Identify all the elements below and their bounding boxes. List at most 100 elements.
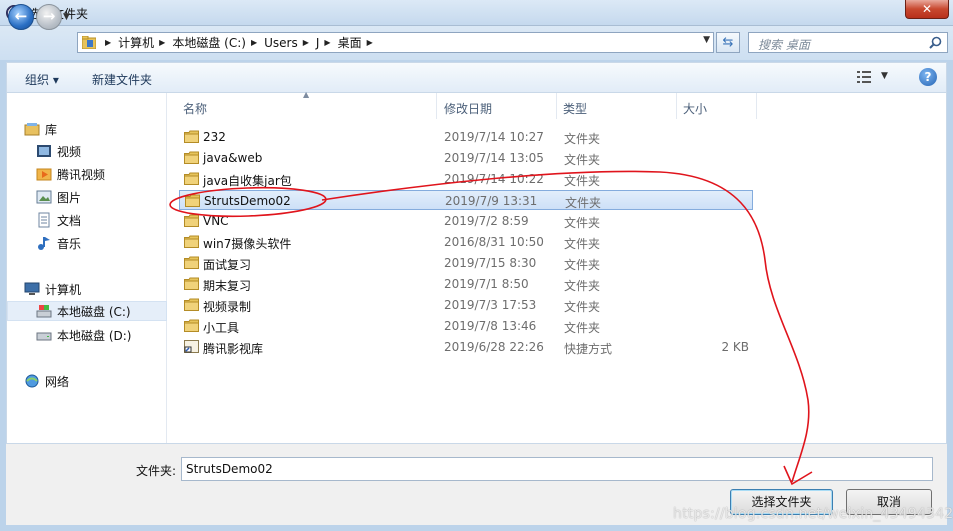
breadcrumb-separator-icon[interactable]: ▶ xyxy=(367,38,373,47)
sidebar-item-documents[interactable]: 文档 xyxy=(36,210,81,230)
breadcrumb-separator-icon[interactable]: ▶ xyxy=(324,38,330,47)
navigation-pane: 库 视频 腾讯视频 图片 文档 音乐 计算机 本地磁盘 (C:) 本地磁盘 (D… xyxy=(6,93,167,443)
recent-pages-chevron-down-icon[interactable]: ▼ xyxy=(63,12,70,22)
breadcrumb-item[interactable]: 桌面 xyxy=(338,34,362,51)
command-toolbar: 组织 ▾ 新建文件夹 ▼ ? xyxy=(6,62,947,93)
file-date: 2019/7/8 13:46 xyxy=(444,319,537,333)
file-row[interactable]: 232 2019/7/14 10:27 文件夹 xyxy=(179,127,753,147)
file-row[interactable]: VNC 2019/7/2 8:59 文件夹 xyxy=(179,211,753,231)
file-row[interactable]: java&web 2019/7/14 13:05 文件夹 xyxy=(179,148,753,168)
file-row[interactable]: StrutsDemo02 2019/7/9 13:31 文件夹 xyxy=(179,190,753,210)
folder-icon xyxy=(82,36,96,49)
file-row[interactable]: 视频录制 2019/7/3 17:53 文件夹 xyxy=(179,295,753,315)
video-icon xyxy=(37,145,51,157)
folder-name-input[interactable] xyxy=(181,457,933,481)
drive-d-icon xyxy=(36,332,52,341)
file-row[interactable]: 期末复习 2019/7/1 8:50 文件夹 xyxy=(179,274,753,294)
breadcrumb-item[interactable]: Users xyxy=(264,36,298,50)
file-name: java自收集jar包 xyxy=(203,174,292,188)
back-button[interactable]: ← xyxy=(8,4,34,30)
watermark: https://blog.csdn.net/weixin_43494342 xyxy=(673,506,953,522)
file-type: 文件夹 xyxy=(564,237,601,251)
file-name: 面试复习 xyxy=(203,258,252,272)
breadcrumb-separator-icon[interactable]: ▶ xyxy=(159,38,165,47)
file-row[interactable]: java自收集jar包 2019/7/14 10:22 文件夹 xyxy=(179,169,753,189)
file-date: 2019/7/14 10:22 xyxy=(444,172,544,186)
file-name: 232 xyxy=(203,130,226,144)
view-chevron-down-icon[interactable]: ▼ xyxy=(881,71,888,81)
file-name: 小工具 xyxy=(203,321,240,335)
file-name: java&web xyxy=(203,151,263,165)
file-name: win7摄像头软件 xyxy=(203,237,292,251)
file-type: 文件夹 xyxy=(565,196,602,210)
file-date: 2019/6/28 22:26 xyxy=(444,340,544,354)
address-bar[interactable]: ▶ 计算机 ▶ 本地磁盘 (C:) ▶ Users ▶ J ▶ 桌面 ▶ ▼ xyxy=(77,32,714,53)
folder-icon xyxy=(184,277,199,290)
breadcrumb-separator-icon[interactable]: ▶ xyxy=(105,38,111,47)
file-date: 2019/7/14 10:27 xyxy=(444,130,544,144)
file-type: 文件夹 xyxy=(564,153,601,167)
address-chevron-down-icon[interactable]: ▼ xyxy=(703,35,710,45)
close-button[interactable]: ✕ xyxy=(905,0,949,19)
file-date: 2019/7/9 13:31 xyxy=(445,194,538,208)
breadcrumb-separator-icon[interactable]: ▶ xyxy=(303,38,309,47)
column-header-type[interactable]: 类型 xyxy=(557,93,677,119)
network-icon xyxy=(25,374,39,388)
library-icon xyxy=(24,123,40,136)
new-folder-button[interactable]: 新建文件夹 xyxy=(92,71,152,88)
computer-icon xyxy=(24,282,40,295)
folder-icon xyxy=(184,172,199,185)
file-date: 2019/7/3 17:53 xyxy=(444,298,537,312)
search-icon[interactable] xyxy=(929,36,942,49)
folder-icon xyxy=(184,214,199,227)
sidebar-item-drive-c[interactable]: 本地磁盘 (C:) xyxy=(7,301,167,321)
file-size: 2 KB xyxy=(721,340,749,354)
file-row[interactable]: 小工具 2019/7/8 13:46 文件夹 xyxy=(179,316,753,336)
pictures-icon xyxy=(36,190,52,204)
breadcrumb-separator-icon[interactable]: ▶ xyxy=(251,38,257,47)
column-header-size[interactable]: 大小 xyxy=(677,93,757,119)
column-header-name[interactable]: ▲ 名称 xyxy=(167,90,437,119)
sidebar-item-video[interactable]: 视频 xyxy=(36,141,81,161)
file-date: 2019/7/15 8:30 xyxy=(444,256,537,270)
help-icon[interactable]: ? xyxy=(919,68,937,86)
file-row[interactable]: 面试复习 2019/7/15 8:30 文件夹 xyxy=(179,253,753,273)
organize-button[interactable]: 组织 ▾ xyxy=(25,71,59,88)
file-name: StrutsDemo02 xyxy=(204,194,291,208)
sidebar-item-library[interactable]: 库 xyxy=(24,119,57,139)
column-header-date[interactable]: 修改日期 xyxy=(437,93,557,119)
sidebar-item-network[interactable]: 网络 xyxy=(24,371,69,391)
file-type: 文件夹 xyxy=(564,132,601,146)
sidebar-item-computer[interactable]: 计算机 xyxy=(24,279,81,299)
folder-icon xyxy=(184,298,199,311)
breadcrumb-item[interactable]: 计算机 xyxy=(118,34,154,51)
file-date: 2019/7/14 13:05 xyxy=(444,151,544,165)
sidebar-item-music[interactable]: 音乐 xyxy=(36,233,81,253)
file-name: VNC xyxy=(203,214,229,228)
drive-c-icon xyxy=(36,305,52,318)
file-type: 快捷方式 xyxy=(564,342,613,356)
search-input[interactable]: 搜索 桌面 xyxy=(748,32,948,53)
file-name: 腾讯影视库 xyxy=(203,342,264,356)
documents-icon xyxy=(38,212,50,228)
sidebar-item-drive-d[interactable]: 本地磁盘 (D:) xyxy=(36,325,131,345)
file-list: ▲ 名称 修改日期 类型 大小 232 2019/7/14 10:27 文件夹 jav… xyxy=(167,90,947,443)
tencent-video-icon xyxy=(36,168,52,181)
file-row[interactable]: win7摄像头软件 2016/8/31 10:50 文件夹 xyxy=(179,232,753,252)
breadcrumb-item[interactable]: J xyxy=(316,36,320,50)
refresh-button[interactable]: ⇆ xyxy=(716,32,740,53)
sort-ascending-icon: ▲ xyxy=(303,90,310,99)
file-date: 2019/7/1 8:50 xyxy=(444,277,529,291)
search-placeholder: 搜索 桌面 xyxy=(758,38,810,52)
title-bar: 选择文件夹 ✕ xyxy=(0,0,953,26)
view-options-icon[interactable] xyxy=(857,71,871,83)
file-type: 文件夹 xyxy=(564,321,601,335)
breadcrumb-item[interactable]: 本地磁盘 (C:) xyxy=(172,34,246,51)
forward-button[interactable]: → xyxy=(36,4,62,30)
sidebar-item-pictures[interactable]: 图片 xyxy=(36,187,81,207)
sidebar-item-tencent-video[interactable]: 腾讯视频 xyxy=(36,164,105,184)
folder-icon xyxy=(184,256,199,269)
file-row[interactable]: 腾讯影视库 2019/6/28 22:26 快捷方式 2 KB xyxy=(179,337,753,357)
file-type: 文件夹 xyxy=(564,258,601,272)
folder-icon xyxy=(184,319,199,332)
